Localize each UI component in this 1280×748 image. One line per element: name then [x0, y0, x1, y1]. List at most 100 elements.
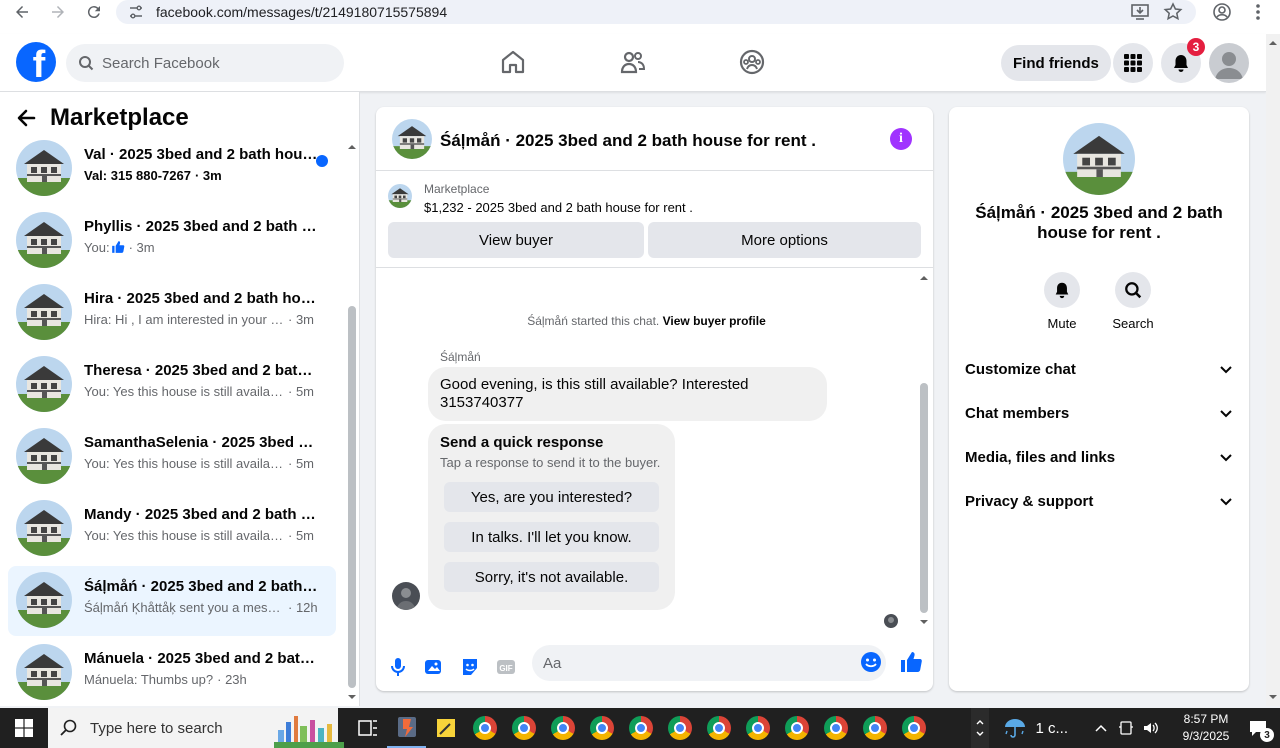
search-icon	[1125, 282, 1142, 299]
conversation-item[interactable]: Hira · 2025 3bed and 2 bath house for re…	[8, 278, 336, 348]
listing-thumbnail[interactable]	[388, 184, 412, 208]
more-options-button[interactable]: More options	[648, 222, 921, 258]
clock[interactable]: 8:57 PM 9/3/2025	[1176, 711, 1236, 745]
search-input[interactable]	[102, 54, 322, 72]
conversation-thumbnail	[16, 428, 72, 484]
listing-description[interactable]: $1,232 - 2025 3bed and 2 bath house for …	[424, 200, 693, 215]
chat-title[interactable]: Śáļmåń · 2025 3bed and 2 bath house for …	[440, 131, 816, 151]
chrome-icon[interactable]	[660, 708, 699, 748]
back-arrow-icon[interactable]	[16, 108, 36, 128]
bell-icon	[1055, 282, 1069, 299]
facebook-header: f Find friends 3	[0, 34, 1266, 92]
notification-center-icon[interactable]: 3	[1236, 708, 1280, 748]
back-icon[interactable]	[4, 0, 40, 24]
quick-response-yes[interactable]: Yes, are you interested?	[444, 482, 659, 512]
conversation-item[interactable]: Mánuela · 2025 3bed and 2 bath house for…	[8, 638, 336, 706]
volume-icon[interactable]	[1142, 720, 1160, 736]
chrome-icon[interactable]	[894, 708, 933, 748]
city-skyline-icon	[274, 716, 344, 748]
chrome-icon[interactable]	[855, 708, 894, 748]
view-buyer-button[interactable]: View buyer	[388, 222, 644, 258]
conversation-item[interactable]: Theresa · 2025 3bed and 2 bath house for…	[8, 350, 336, 420]
conversation-thumbnail	[16, 212, 72, 268]
conversation-item[interactable]: Mandy · 2025 3bed and 2 bath house for r…	[8, 494, 336, 564]
chrome-icon[interactable]	[816, 708, 855, 748]
windows-start-icon[interactable]	[0, 708, 48, 748]
sticker-icon[interactable]	[460, 657, 480, 677]
conversation-thumbnail	[16, 356, 72, 412]
mute-label: Mute	[1047, 316, 1077, 331]
chevron-up-icon[interactable]	[1094, 721, 1108, 735]
conversation-item[interactable]: Śáļmåń · 2025 3bed and 2 bath house for …	[8, 566, 336, 636]
microphone-icon[interactable]	[388, 657, 408, 677]
chrome-icon[interactable]	[582, 708, 621, 748]
chrome-icon[interactable]	[738, 708, 777, 748]
media-files-links-item[interactable]: Media, files and links	[965, 439, 1233, 475]
customize-chat-item[interactable]: Customize chat	[965, 351, 1233, 387]
gif-icon[interactable]: GIF	[496, 657, 516, 677]
groups-icon[interactable]	[738, 48, 766, 76]
conversation-thumbnail	[16, 500, 72, 556]
friends-icon[interactable]	[619, 48, 647, 76]
conversation-name: Theresa · 2025 3bed and 2 bath house for…	[84, 362, 320, 379]
quick-response-subtitle: Tap a response to send it to the buyer.	[440, 455, 661, 470]
conversation-item[interactable]: Phyllis · 2025 3bed and 2 bath house for…	[8, 206, 336, 276]
emoji-icon[interactable]	[860, 651, 882, 673]
chat-members-item[interactable]: Chat members	[965, 395, 1233, 431]
message-input[interactable]	[532, 645, 886, 681]
profile-icon[interactable]	[1212, 0, 1232, 24]
photo-icon[interactable]	[424, 657, 444, 677]
quick-response-not-available[interactable]: Sorry, it's not available.	[444, 562, 659, 592]
search-action[interactable]: Search	[1103, 272, 1163, 331]
message-composer: GIF	[376, 643, 933, 691]
search-box[interactable]	[66, 44, 344, 82]
network-icon[interactable]	[1118, 720, 1134, 736]
info-avatar[interactable]	[1063, 123, 1135, 195]
chrome-icon[interactable]	[777, 708, 816, 748]
chrome-icon[interactable]	[699, 708, 738, 748]
account-avatar[interactable]	[1209, 43, 1249, 83]
url-text: facebook.com/messages/t/2149180715575894	[156, 4, 448, 20]
chat-info-panel: Śáļmåń · 2025 3bed and 2 bath house for …	[949, 107, 1249, 691]
conversation-name: Mánuela · 2025 3bed and 2 bath house for…	[84, 650, 320, 667]
forward-icon[interactable]	[40, 0, 76, 24]
facebook-logo-icon[interactable]: f	[16, 42, 56, 82]
browser-menu-icon[interactable]	[1250, 0, 1266, 24]
chrome-icon[interactable]	[543, 708, 582, 748]
page-scrollbar[interactable]	[1266, 34, 1280, 706]
mute-action[interactable]: Mute	[1032, 272, 1092, 331]
conversation-snippet: You: Yes this house is still available f…	[84, 456, 314, 471]
conversation-item[interactable]: SamanthaSelenia · 2025 3bed and 2 bath h…	[8, 422, 336, 492]
site-settings-icon[interactable]	[128, 4, 144, 20]
tray-scroll-icon[interactable]	[971, 708, 990, 748]
bookmark-star-icon[interactable]	[1163, 0, 1183, 24]
taskbar-search[interactable]	[48, 708, 344, 748]
chat-scrollbar[interactable]	[919, 275, 929, 625]
quick-response-in-talks[interactable]: In talks. I'll let you know.	[444, 522, 659, 552]
info-icon[interactable]: i	[890, 128, 912, 150]
menu-grid-button[interactable]	[1113, 43, 1153, 83]
chat-avatar[interactable]	[392, 119, 432, 159]
privacy-support-item[interactable]: Privacy & support	[965, 483, 1233, 519]
thumbs-up-icon[interactable]	[899, 650, 923, 674]
sender-avatar[interactable]	[392, 582, 420, 610]
view-buyer-profile-link[interactable]: View buyer profile	[663, 314, 766, 328]
home-icon[interactable]	[499, 48, 527, 76]
conversation-list-scrollbar[interactable]	[347, 140, 357, 704]
reload-icon[interactable]	[76, 0, 112, 24]
taskbar-search-input[interactable]	[90, 719, 250, 737]
task-view-icon[interactable]	[348, 708, 387, 748]
chrome-icon[interactable]	[621, 708, 660, 748]
conversation-name: Hira · 2025 3bed and 2 bath house for re…	[84, 290, 320, 307]
umbrella-rain-icon	[1005, 719, 1026, 738]
find-friends-button[interactable]: Find friends	[1001, 45, 1111, 81]
install-app-icon[interactable]	[1130, 0, 1150, 24]
chrome-icon[interactable]	[465, 708, 504, 748]
weather-widget[interactable]: 1 c...	[1003, 717, 1068, 739]
marketplace-header: Marketplace	[16, 104, 189, 132]
taskbar-app-icon[interactable]	[387, 708, 426, 748]
chrome-icon[interactable]	[504, 708, 543, 748]
sticky-notes-icon[interactable]	[426, 708, 465, 748]
conversation-item[interactable]: Val · 2025 3bed and 2 bath house for ren…	[8, 134, 336, 204]
address-bar[interactable]: facebook.com/messages/t/2149180715575894	[116, 0, 1196, 24]
